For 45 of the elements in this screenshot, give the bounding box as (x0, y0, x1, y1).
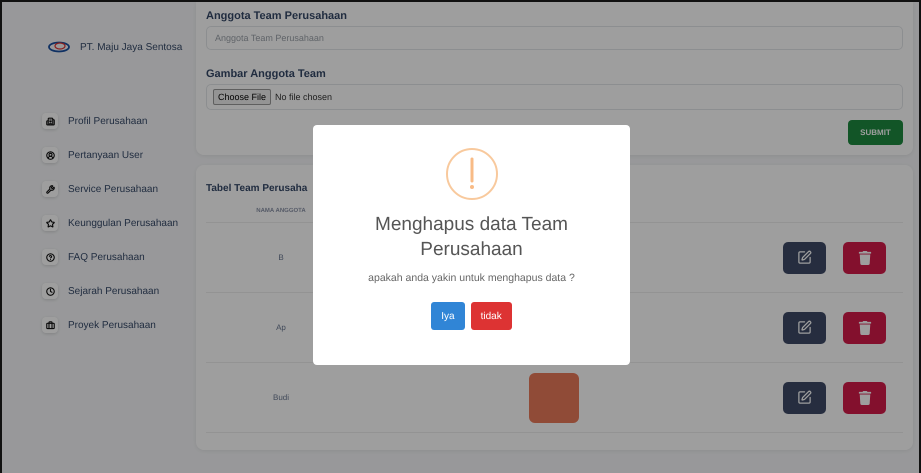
sidebar-item[interactable]: Proyek Perusahaan (42, 308, 192, 342)
pencil-icon (797, 390, 812, 405)
nav-icon (42, 181, 58, 197)
trash-icon (858, 320, 872, 334)
nav-icon (42, 249, 58, 265)
field-label: Gambar Anggota Team (206, 68, 327, 80)
brand-name: PT. Maju Jaya Sentosa (80, 42, 182, 52)
cancel-button[interactable]: tidak (470, 302, 512, 330)
file-field[interactable]: Choose File No file chosen (206, 84, 903, 110)
pencil-icon (797, 320, 812, 335)
trash-icon (858, 390, 872, 404)
submit-button[interactable]: SUBMIT (848, 120, 903, 145)
pencil-icon (797, 250, 812, 265)
warning-icon (444, 147, 498, 201)
edit-button[interactable] (783, 382, 826, 414)
sidebar-item[interactable]: Keunggulan Perusahaan (42, 206, 192, 240)
table-title: Tabel Team Perusaha (206, 183, 308, 194)
photo-placeholder (529, 372, 579, 422)
delete-button[interactable] (843, 382, 886, 414)
choose-file-button[interactable]: Choose File (213, 89, 272, 105)
sidebar-item[interactable]: FAQ Perusahaan (42, 240, 192, 274)
delete-button[interactable] (843, 312, 886, 344)
sidebar-item[interactable]: Profil Perusahaan (42, 104, 192, 138)
table-cell: Budi (272, 393, 289, 402)
sidebar-item[interactable]: Sejarah Perusahaan (42, 274, 192, 308)
sidebar-item[interactable]: Service Perusahaan (42, 172, 192, 206)
nav-icon (42, 113, 58, 129)
dialog-message: apakah anda yakin untuk menghapus data ? (368, 272, 575, 284)
table-cell: Ap (276, 323, 286, 332)
confirm-button[interactable]: Iya (431, 302, 465, 330)
input-field[interactable]: Anggota Team Perusahaan (206, 26, 903, 50)
file-status: No file chosen (275, 92, 332, 102)
dialog-title: Menghapus data Team Perusahaan (374, 213, 569, 262)
edit-button[interactable] (783, 312, 826, 344)
edit-button[interactable] (783, 242, 826, 274)
nav-icon (42, 317, 58, 333)
field-label: Anggota Team Perusahaan (206, 10, 348, 22)
delete-button[interactable] (843, 242, 886, 274)
nav-icon (42, 283, 58, 299)
table-cell: B (278, 253, 284, 262)
nav-icon (42, 215, 58, 231)
trash-icon (858, 250, 872, 264)
nav-icon (42, 147, 58, 163)
logo-icon (48, 41, 70, 53)
sidebar-item[interactable]: Pertanyaan User (42, 138, 192, 172)
